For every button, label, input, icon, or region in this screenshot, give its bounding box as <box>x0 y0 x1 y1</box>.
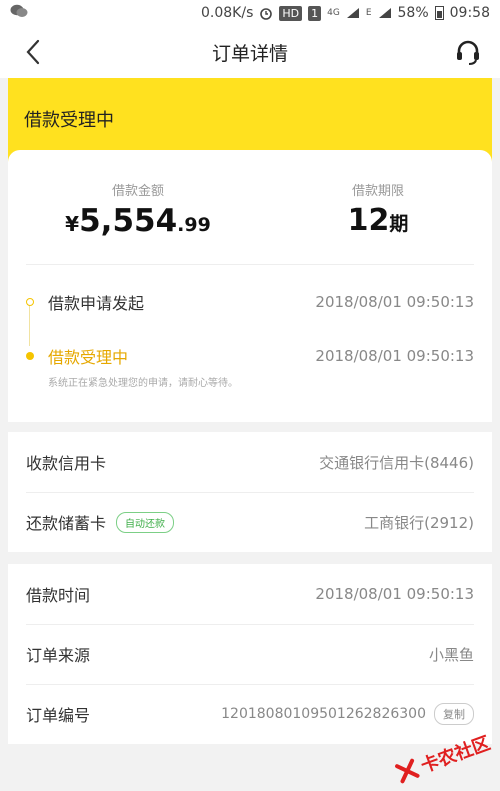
order-number-row: 订单编号 1201808010950126282630​0 复制 <box>26 684 474 744</box>
term-unit: 期 <box>389 213 409 235</box>
page-title: 订单详情 <box>211 42 288 65</box>
order-info-section: 借款时间 2018/08/01 09:50:13 订单来源 小黑鱼 订单编号 1… <box>8 564 492 744</box>
headset-icon <box>457 40 479 65</box>
loan-term: 12期 <box>308 203 448 238</box>
chevron-left-icon <box>26 39 40 65</box>
timeline-step-label: 借款申请发起 <box>48 294 145 313</box>
wechat-icon <box>10 4 28 17</box>
battery-icon <box>434 6 444 20</box>
battery-percent: 58% <box>397 5 429 21</box>
order-source-value: 小黑鱼 <box>428 645 474 664</box>
currency-symbol: ¥ <box>65 212 80 236</box>
receive-card-label: 收款信用卡 <box>26 454 107 473</box>
timeline-step-time: 2018/08/01 09:50:13 <box>315 347 474 365</box>
loan-summary-card: 借款金额 ¥5,554.99 借款期限 12期 借款申请发起 2018/08/0… <box>8 150 492 422</box>
loan-status-text: 借款受理中 <box>24 110 114 131</box>
signal-icon-2 <box>378 8 391 18</box>
alarm-icon <box>260 8 273 20</box>
customer-service-button[interactable] <box>452 36 484 68</box>
loan-amount-block: 借款金额 ¥5,554.99 <box>48 180 228 239</box>
receive-card-row[interactable]: 收款信用卡 交通银行信用卡(8446) <box>26 432 474 492</box>
bank-cards-section: 收款信用卡 交通银行信用卡(8446) 还款储蓄卡 自动还款 工商银行(2912… <box>8 432 492 552</box>
timeline-step-time: 2018/08/01 09:50:13 <box>315 293 474 311</box>
loan-term-label: 借款期限 <box>351 184 404 199</box>
timeline-step-processing: 借款受理中 2018/08/01 09:50:13 <box>26 344 474 368</box>
order-source-label: 订单来源 <box>26 646 91 665</box>
order-number-value: 1201808010950126282630​0 <box>221 706 426 722</box>
clock: 09:58 <box>449 5 490 21</box>
status-bar: 0.08K/s HD 1 4G E 58% 09:58 <box>0 0 500 26</box>
order-source-row: 订单来源 小黑鱼 <box>26 624 474 684</box>
signal-icon <box>346 8 359 18</box>
timeline-dot-hollow <box>26 298 34 306</box>
loan-amount: ¥5,554.99 <box>48 203 228 239</box>
timeline-note: 系统正在紧急处理您的申请，请耐心等待。 <box>48 378 238 389</box>
repay-card-value: 工商银行(2912) <box>364 513 474 532</box>
sim-badge: 1 <box>308 5 322 21</box>
summary-divider <box>26 264 474 265</box>
timeline-dot-filled <box>26 352 34 360</box>
edge-indicator: E <box>365 8 372 18</box>
repay-card-row[interactable]: 还款储蓄卡 自动还款 工商银行(2912) <box>26 492 474 552</box>
nav-bar: 订单详情 <box>0 26 500 78</box>
watermark-logo-icon <box>395 758 420 784</box>
back-button[interactable] <box>18 36 48 68</box>
hd-badge: HD <box>279 5 303 21</box>
loan-term-block: 借款期限 12期 <box>308 180 448 238</box>
amount-integer: 5,554 <box>79 203 178 239</box>
timeline-step-submitted: 借款申请发起 2018/08/01 09:50:13 <box>26 290 474 314</box>
network-type: 4G <box>327 8 340 18</box>
status-bar-right: 0.08K/s HD 1 4G E 58% 09:58 <box>201 5 490 21</box>
network-speed: 0.08K/s <box>201 5 254 21</box>
amount-decimal: .99 <box>177 214 211 236</box>
repay-card-label: 还款储蓄卡 <box>26 514 107 533</box>
loan-amount-label: 借款金额 <box>111 184 164 199</box>
auto-repay-tag: 自动还款 <box>116 511 175 533</box>
order-number-label: 订单编号 <box>26 706 91 725</box>
loan-time-value: 2018/08/01 09:50:13 <box>315 585 474 603</box>
copy-order-number-button[interactable]: 复制 <box>434 703 474 725</box>
receive-card-value: 交通银行信用卡(8446) <box>319 453 474 472</box>
loan-time-label: 借款时间 <box>26 586 91 605</box>
status-bar-left <box>10 4 201 22</box>
term-number: 12 <box>347 203 390 238</box>
loan-time-row: 借款时间 2018/08/01 09:50:13 <box>26 564 474 624</box>
timeline-step-label: 借款受理中 <box>48 348 129 367</box>
